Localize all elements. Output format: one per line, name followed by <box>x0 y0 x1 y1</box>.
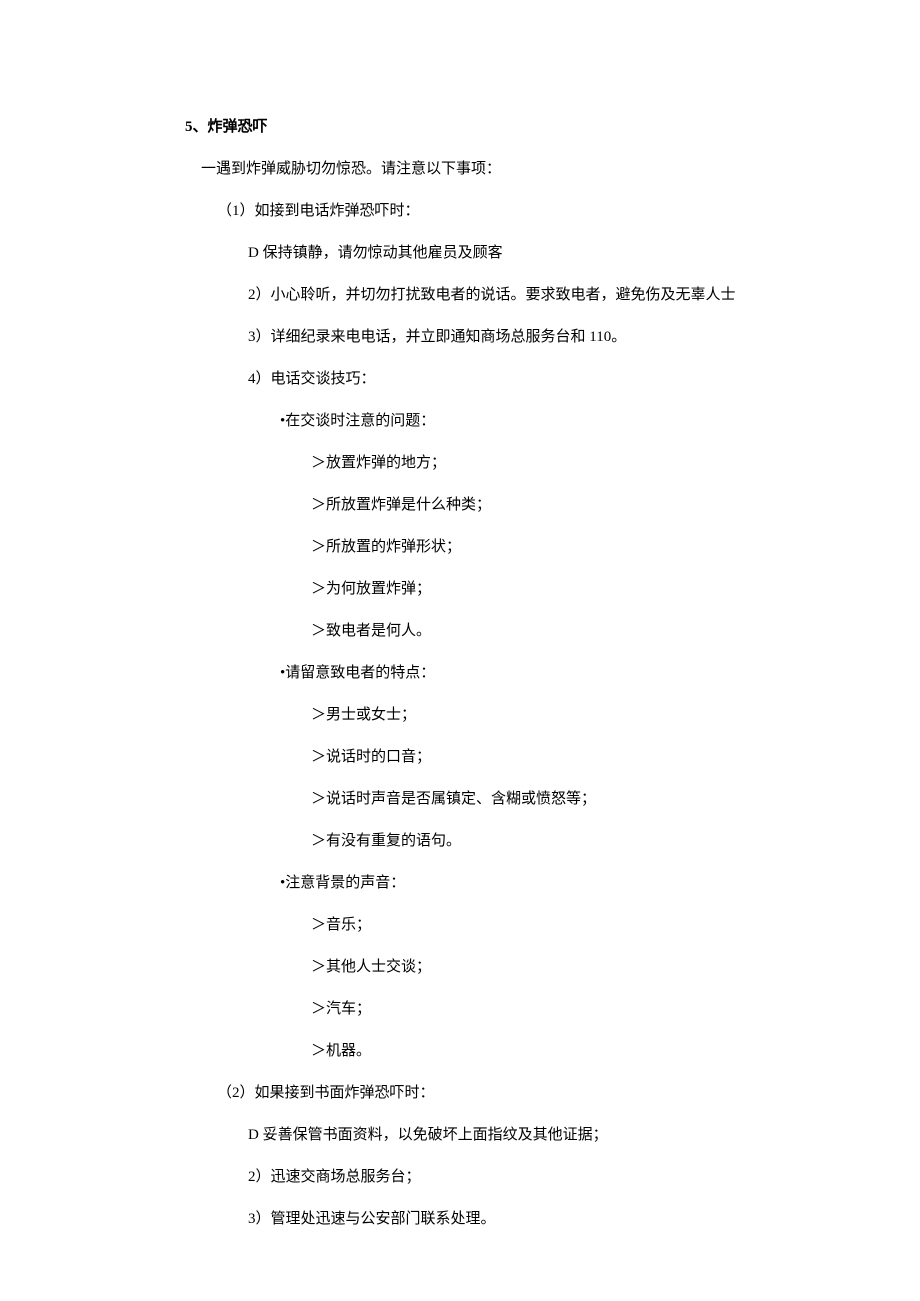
item-2-3: 3）管理处迅速与公安部门联系处理。 <box>248 1207 810 1231</box>
topic-1-line-1: ＞放置炸弹的地方； <box>311 451 810 475</box>
topic-1-line-3: ＞所放置的炸弹形状； <box>311 535 810 559</box>
topic-3-line-1: ＞音乐； <box>311 913 810 937</box>
topic-2-head: •请留意致电者的特点： <box>280 661 810 685</box>
item-1-3: 3）详细纪录来电电话，并立即通知商场总服务台和 110。 <box>248 325 810 349</box>
item-1-1: D 保持镇静，请勿惊动其他雇员及顾客 <box>248 241 810 265</box>
topic-1-line-2: ＞所放置炸弹是什么种类； <box>311 493 810 517</box>
topic-2-line-3: ＞说话时声音是否属镇定、含糊或愤怒等； <box>311 787 810 811</box>
topic-3-line-2: ＞其他人士交谈； <box>311 955 810 979</box>
topic-1-line-4: ＞为何放置炸弹； <box>311 577 810 601</box>
item-2-1: D 妥善保管书面资料，以免破坏上面指纹及其他证据； <box>248 1123 810 1147</box>
topic-2-line-1: ＞男士或女士； <box>311 703 810 727</box>
topic-3-line-4: ＞机器。 <box>311 1039 810 1063</box>
topic-3-head: •注意背景的声音： <box>280 871 810 895</box>
topic-2-line-2: ＞说话时的口音； <box>311 745 810 769</box>
topic-1-line-5: ＞致电者是何人。 <box>311 619 810 643</box>
topic-2-line-4: ＞有没有重复的语句。 <box>311 829 810 853</box>
item-1-2: 2）小心聆听，并切勿打扰致电者的说话。要求致电者，避免伤及无辜人士 <box>248 283 810 307</box>
item-2-2: 2）迅速交商场总服务台； <box>248 1165 810 1189</box>
section-title: 5、炸弹恐吓 <box>185 115 810 139</box>
topic-1-head: •在交谈时注意的问题： <box>280 409 810 433</box>
item-1-4: 4）电话交谈技巧： <box>248 367 810 391</box>
topic-3-line-3: ＞汽车； <box>311 997 810 1021</box>
subsection-1-head: （1）如接到电话炸弹恐吓时： <box>217 199 810 223</box>
subsection-2-head: （2）如果接到书面炸弹恐吓时： <box>217 1081 810 1105</box>
intro-text: 一遇到炸弹威胁切勿惊恐。请注意以下事项： <box>201 157 810 181</box>
